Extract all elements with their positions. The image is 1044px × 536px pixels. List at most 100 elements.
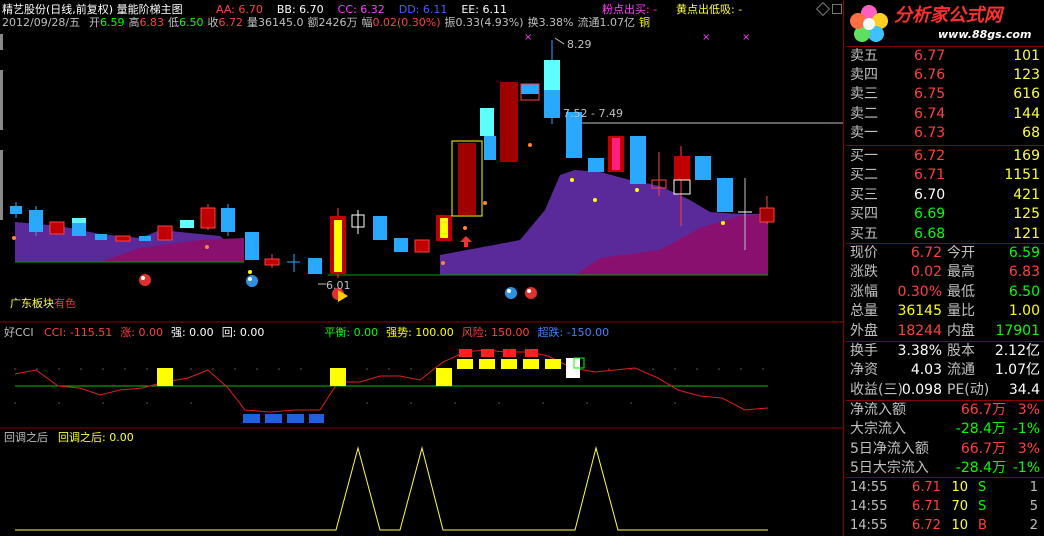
flow-row: 5日大宗流入 -28.4万 -1%: [846, 459, 1044, 478]
flow-percent: -1%: [1012, 460, 1040, 477]
flow-label: 5日净流入额: [850, 440, 929, 457]
fund-value: 2.12亿: [994, 343, 1040, 359]
sell-row: 卖三 6.75 616: [846, 85, 1044, 104]
stat-label: 今开: [947, 245, 975, 261]
fund-value: 0.098: [901, 381, 942, 398]
ohlc-value-7: 0.33(4.93%): [455, 16, 524, 29]
flow-value: -28.4万: [955, 421, 1006, 438]
tick-count: 1: [1029, 480, 1038, 495]
ohlc-key-7: 振: [444, 16, 456, 29]
tick-side: B: [978, 518, 987, 534]
fund-label: 流通: [947, 362, 975, 379]
buy-row: 买四 6.69 125: [846, 205, 1044, 224]
tick-time: 14:55: [850, 480, 888, 495]
indicator-2: CC: 6.32: [337, 3, 385, 16]
flow-label: 大宗流入: [850, 421, 906, 438]
cci-value-5: 强势: 100.00: [386, 326, 454, 339]
buy-price: 6.72: [914, 148, 946, 164]
stat-value: 17901: [995, 322, 1040, 339]
buy-price: 6.68: [914, 225, 946, 242]
flow-row: 大宗流入 -28.4万 -1%: [846, 420, 1044, 439]
cci-value-3: 回: 0.00: [221, 326, 265, 339]
flow-label: 5日大宗流入: [850, 460, 929, 477]
ohlc-value-3: 6.72: [218, 16, 244, 29]
ohlc-key-4: 量: [247, 16, 258, 29]
ohlc-value-10: 铜: [639, 16, 651, 29]
cci-values: CCI: -115.51 涨: 0.00 强: 0.00 回: 0.00 平衡: 0.0…: [44, 326, 617, 339]
buy-label: 买五: [850, 225, 878, 242]
tick-time: 14:55: [850, 518, 888, 534]
tick-count: 2: [1029, 518, 1038, 534]
ohlc-value-8: 3.38%: [538, 16, 574, 29]
stat-label: 最高: [947, 264, 975, 281]
stock-title: 精艺股份(日线,前复权) 量能阶梯主图: [2, 3, 183, 16]
watermark-url: www.88gs.com: [938, 28, 1032, 41]
ohlc-key-6: 幅: [361, 16, 373, 29]
sell-row: 卖四 6.76 123: [846, 66, 1044, 85]
sell-price: 6.76: [914, 67, 946, 84]
stat-row: 总量 36145 量比 1.00: [846, 302, 1044, 321]
fund-row: 净资 4.03 流通 1.07亿: [846, 361, 1044, 380]
signal-yellow-label: 黄点出低吸: -: [676, 3, 743, 16]
stat-label: 涨跌: [850, 264, 878, 281]
svg-text:×: ×: [702, 32, 710, 43]
sell-price: 6.75: [914, 86, 946, 103]
quote-separator: [846, 145, 1044, 146]
stat-row: 涨幅 0.30% 最低 6.50: [846, 283, 1044, 302]
buy-volume: 125: [1013, 206, 1040, 223]
sell-volume: 101: [1013, 48, 1040, 64]
buy-price: 6.70: [914, 186, 946, 203]
stat-value: 18244: [897, 322, 942, 339]
ohlc-key-8: 换: [527, 16, 539, 29]
ohlc-key-0: 开: [89, 16, 100, 29]
indicator-0: AA: 6.70: [216, 3, 263, 16]
tick-side: S: [978, 480, 987, 495]
pullback-panel-name: 回调之后: [4, 431, 48, 444]
flower-logo-icon: [848, 3, 890, 43]
stat-value: 6.50: [1008, 283, 1040, 300]
ohlc-value-5: 2426万: [318, 16, 358, 29]
sector-value: 有色: [54, 297, 76, 310]
ohlc-values: 开6.59 高6.83 低6.50 收6.72 量36145.0 额2426万 幅0.02(…: [89, 16, 654, 29]
stat-label: 内盘: [947, 322, 975, 339]
ohlc-key-3: 收: [207, 16, 219, 29]
stat-value: 6.72: [910, 245, 942, 261]
high-price-label: 8.29: [567, 38, 592, 51]
flow-percent: -1%: [1012, 421, 1040, 438]
buy-label: 买四: [850, 206, 878, 223]
buy-volume: 421: [1013, 186, 1040, 203]
signal-pink-label: 粉点出买: -: [602, 3, 658, 16]
sell-row: 卖一 6.73 68: [846, 124, 1044, 143]
tick-row: 14:55 6.72 10 B 2: [846, 516, 1044, 535]
tick-count: 5: [1029, 499, 1038, 515]
buy-price: 6.71: [914, 167, 946, 184]
ohlc-key-2: 低: [168, 16, 179, 29]
stat-value: 36145: [897, 303, 942, 320]
sector-name: 广东板块: [10, 297, 54, 310]
fund-label: 净资: [850, 362, 878, 379]
window-icon[interactable]: [832, 4, 842, 14]
svg-text:×: ×: [742, 32, 750, 43]
cci-value-2: 强: 0.00: [170, 326, 214, 339]
tick-price: 6.71: [912, 480, 941, 495]
indicator-1: BB: 6.70: [276, 3, 324, 16]
stat-row: 涨跌 0.02 最高 6.83: [846, 263, 1044, 282]
stat-row: 现价 6.72 今开 6.59: [846, 244, 1044, 263]
up-arrow: [460, 236, 472, 247]
sell-price: 6.77: [914, 48, 946, 64]
flow-row: 5日净流入额 66.7万 3%: [846, 440, 1044, 459]
fund-value: 3.38%: [897, 343, 942, 359]
buy-price: 6.69: [914, 206, 946, 223]
fund-label: 收益(三): [850, 381, 903, 398]
cci-value-7: 超跌: -150.00: [537, 326, 610, 339]
ohlc-key-1: 高: [128, 16, 140, 29]
pink-markers: × × ×: [524, 32, 750, 43]
stat-label: 现价: [850, 245, 878, 261]
bar-date: 2012/09/28/五: [2, 16, 81, 29]
sell-price: 6.73: [914, 124, 946, 141]
stat-row: 外盘 18244 内盘 17901: [846, 322, 1044, 341]
stat-value: 6.59: [1008, 245, 1040, 261]
sell-volume: 616: [1013, 86, 1040, 103]
chart-canvas: × × ×: [0, 32, 843, 531]
tick-side: S: [978, 499, 987, 515]
